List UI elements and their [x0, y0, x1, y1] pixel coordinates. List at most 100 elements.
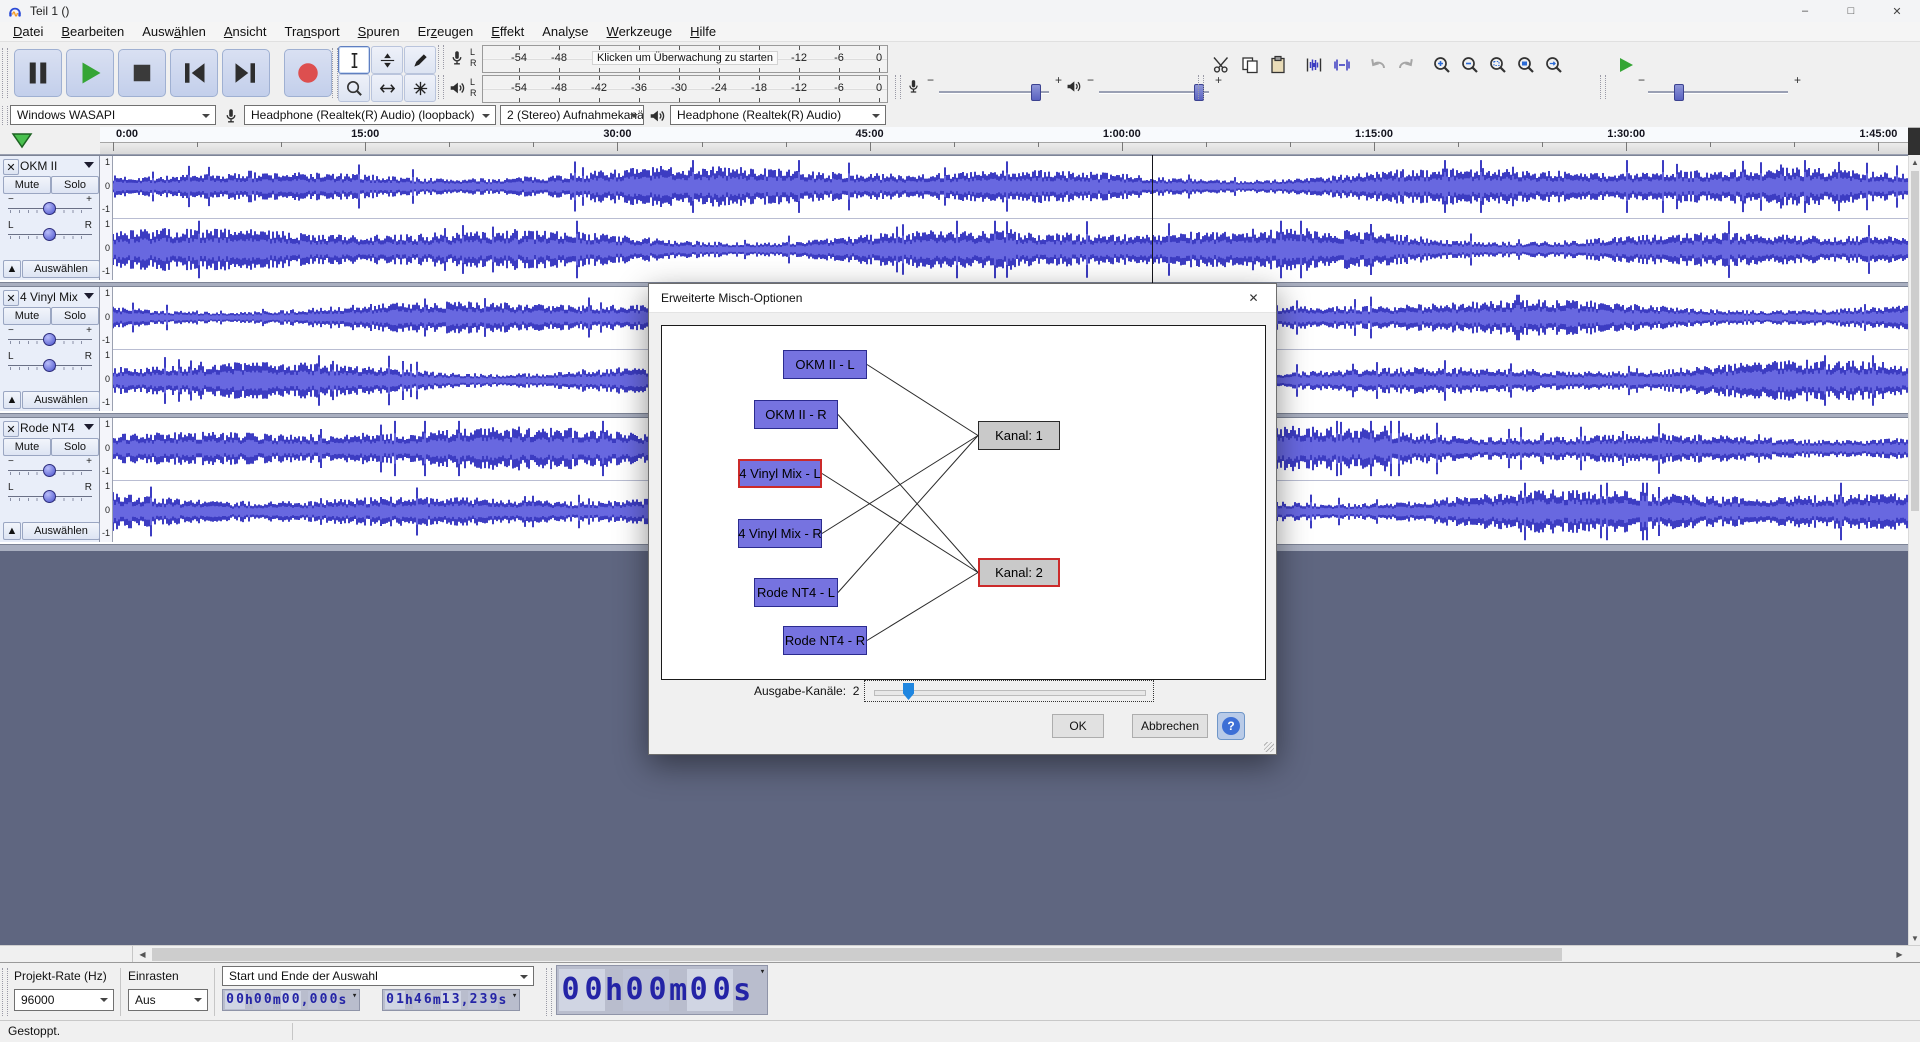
channel-box[interactable]: Kanal: 2 [978, 558, 1060, 587]
source-box[interactable]: OKM II - R [754, 400, 838, 429]
source-box[interactable]: 4 Vinyl Mix - R [738, 519, 822, 548]
skip-to-start-button[interactable] [170, 49, 218, 97]
track-menu-caret-icon[interactable] [84, 162, 94, 168]
selection-end-field[interactable]: 01h46m13,239s▾ [382, 989, 520, 1011]
scroll-down-arrow[interactable]: ▼ [1909, 931, 1920, 945]
menu-transport[interactable]: Transport [276, 22, 349, 42]
scroll-up-arrow[interactable]: ▲ [1909, 155, 1920, 169]
time-shift-tool-button[interactable] [371, 74, 403, 102]
audio-position-field[interactable]: 00h00m00s▾ [556, 965, 768, 1015]
pause-button[interactable] [14, 49, 62, 97]
redo-button[interactable] [1392, 52, 1420, 78]
mute-button[interactable]: Mute [3, 307, 51, 325]
playback-speed-slider[interactable] [1648, 91, 1788, 94]
snap-select[interactable]: Aus [128, 989, 208, 1011]
zoom-to-selection-button[interactable] [1484, 52, 1512, 78]
maximize-button[interactable]: □ [1828, 0, 1874, 22]
toolbar-grip[interactable] [2, 106, 8, 125]
close-button[interactable]: ✕ [1874, 0, 1920, 22]
solo-button[interactable]: Solo [51, 307, 99, 325]
trim-audio-button[interactable] [1300, 52, 1328, 78]
gain-slider-thumb[interactable] [43, 464, 56, 477]
toolbar-grip[interactable] [438, 45, 444, 69]
track-close-button[interactable]: ✕ [3, 421, 19, 437]
field-format-caret-icon[interactable]: ▾ [352, 991, 357, 1001]
skip-to-end-button[interactable] [222, 49, 270, 97]
mute-button[interactable]: Mute [3, 176, 51, 194]
waveform-channel[interactable] [113, 218, 1908, 280]
microphone-icon[interactable] [448, 49, 466, 67]
audio-host-select[interactable]: Windows WASAPI [10, 105, 216, 125]
stop-button[interactable] [118, 49, 166, 97]
cancel-button[interactable]: Abbrechen [1132, 714, 1208, 738]
menu-spuren[interactable]: Spuren [349, 22, 409, 42]
menu-auswählen[interactable]: Auswählen [133, 22, 215, 42]
vertical-scale[interactable]: 10-110-1 [100, 418, 113, 542]
channel-box[interactable]: Kanal: 1 [978, 421, 1060, 450]
pan-slider[interactable]: LR [8, 220, 92, 242]
vertical-scale[interactable]: 10-110-1 [100, 287, 113, 411]
silence-audio-button[interactable] [1328, 52, 1356, 78]
draw-tool-button[interactable] [404, 46, 436, 74]
play-button[interactable] [66, 49, 114, 97]
toolbar-grip[interactable] [546, 968, 552, 1016]
toolbar-grip[interactable] [1198, 75, 1204, 99]
copy-button[interactable] [1236, 52, 1264, 78]
waveform-area[interactable] [113, 156, 1908, 280]
playback-meter[interactable]: -54-48-42-36-30-24-18-12-60 [482, 75, 888, 103]
multi-tool-button[interactable] [404, 74, 436, 102]
recording-meter[interactable]: -54-48-12-60Klicken um Überwachung zu st… [482, 45, 888, 73]
paste-button[interactable] [1264, 52, 1292, 78]
track-name[interactable]: Rode NT4 [20, 421, 75, 435]
pan-slider-thumb[interactable] [43, 359, 56, 372]
menu-ansicht[interactable]: Ansicht [215, 22, 276, 42]
cut-button[interactable] [1208, 52, 1236, 78]
minimize-button[interactable]: – [1782, 0, 1828, 22]
zoom-out-button[interactable] [1456, 52, 1484, 78]
slider-thumb[interactable] [903, 683, 914, 700]
toolbar-grip[interactable] [1600, 75, 1606, 99]
solo-button[interactable]: Solo [51, 176, 99, 194]
selection-tool-button[interactable] [338, 46, 370, 74]
menu-bearbeiten[interactable]: Bearbeiten [52, 22, 133, 42]
field-format-caret-icon[interactable]: ▾ [760, 967, 765, 977]
solo-button[interactable]: Solo [51, 438, 99, 456]
pan-slider[interactable]: LR [8, 482, 92, 504]
toolbar-grip[interactable] [2, 968, 8, 1016]
mixing-diagram-canvas[interactable]: OKM II - LOKM II - R4 Vinyl Mix - L4 Vin… [661, 325, 1266, 680]
toolbar-grip[interactable] [895, 75, 901, 99]
dialog-resize-grip[interactable] [1264, 742, 1274, 752]
collapse-track-button[interactable]: ▲ [3, 260, 21, 278]
project-rate-select[interactable]: 96000 [14, 989, 114, 1011]
vertical-scrollbar[interactable]: ▲ ▼ [1908, 155, 1920, 945]
timeline-options-pin-icon[interactable] [10, 130, 34, 150]
zoom-toggle-button[interactable] [1540, 52, 1568, 78]
selection-start-field[interactable]: 00h00m00,000s▾ [222, 989, 360, 1011]
help-button[interactable]: ? [1217, 712, 1245, 740]
toolbar-grip[interactable] [438, 75, 444, 99]
track-menu-caret-icon[interactable] [84, 424, 94, 430]
select-track-button[interactable]: Auswählen [22, 260, 100, 278]
playback-device-select[interactable]: Headphone (Realtek(R) Audio) [670, 105, 886, 125]
speaker-icon[interactable] [448, 79, 466, 97]
timeline-ruler[interactable]: 0:0015:0030:0045:001:00:001:15:001:30:00… [100, 127, 1908, 155]
pan-slider[interactable]: LR [8, 351, 92, 373]
scroll-left-arrow[interactable]: ◀ [134, 946, 151, 963]
gain-slider[interactable]: −+ [8, 325, 92, 347]
undo-button[interactable] [1364, 52, 1392, 78]
vertical-scale[interactable]: 10-110-1 [100, 156, 113, 280]
menu-erzeugen[interactable]: Erzeugen [409, 22, 483, 42]
source-box[interactable]: Rode NT4 - R [783, 626, 867, 655]
scroll-right-arrow[interactable]: ▶ [1891, 946, 1908, 963]
ok-button[interactable]: OK [1052, 714, 1104, 738]
menu-datei[interactable]: Datei [4, 22, 52, 42]
pan-slider-thumb[interactable] [43, 490, 56, 503]
track-menu-caret-icon[interactable] [84, 293, 94, 299]
menu-analyse[interactable]: Analyse [533, 22, 597, 42]
pan-slider-thumb[interactable] [43, 228, 56, 241]
gain-slider[interactable]: −+ [8, 194, 92, 216]
scrub-bar[interactable] [100, 142, 1908, 155]
horizontal-scrollbar[interactable]: ◀ ▶ [0, 945, 1920, 963]
track-close-button[interactable]: ✕ [3, 159, 19, 175]
vertical-scroll-thumb[interactable] [1911, 171, 1919, 511]
